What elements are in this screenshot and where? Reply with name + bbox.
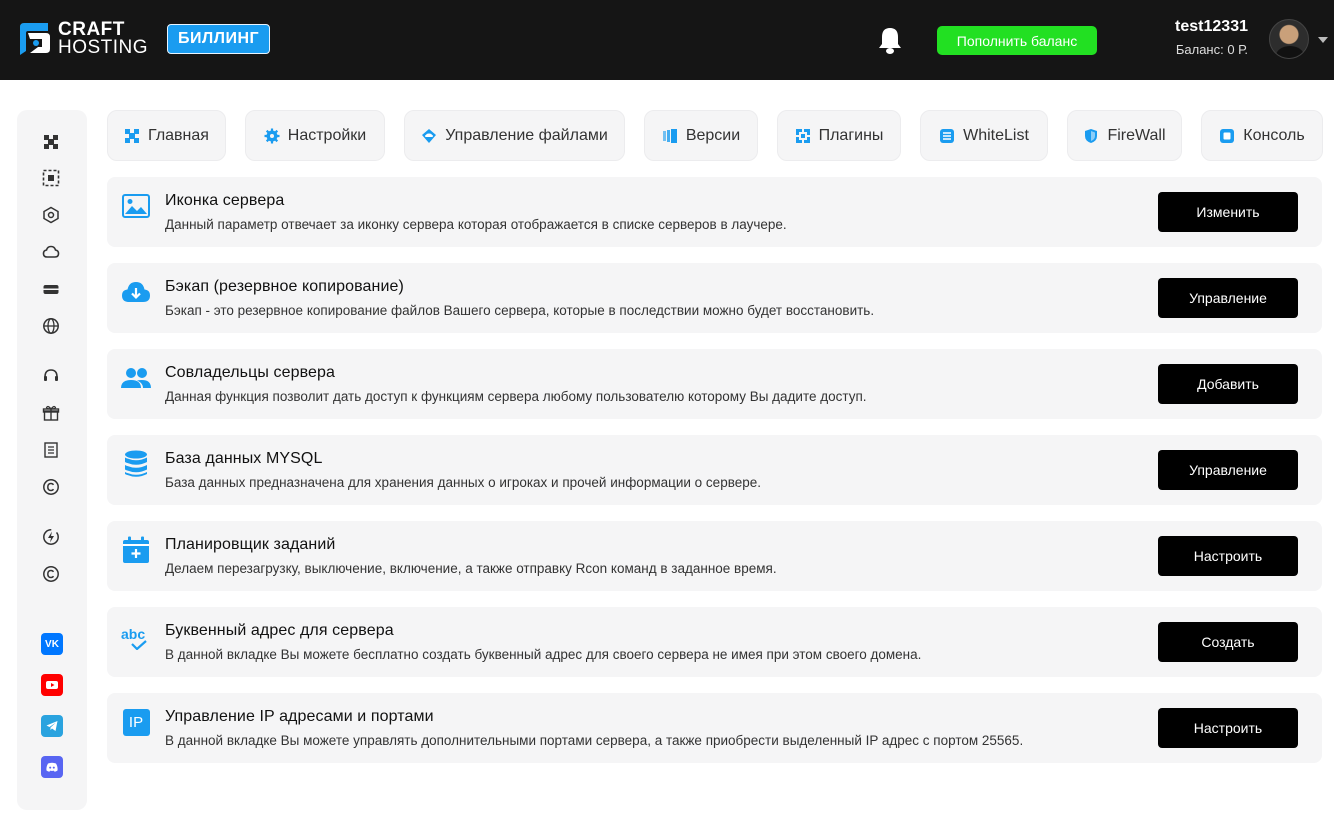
calendar-plus-icon [121,536,151,564]
telegram-icon[interactable] [41,715,63,737]
ip-icon: IP [121,708,151,736]
row-title: Иконка сервера [165,192,285,209]
sidebar-servers-icon[interactable] [41,132,61,152]
sidebar-document-icon[interactable] [41,440,61,460]
create-domain-button[interactable]: Создать [1158,622,1298,662]
sidebar-globe-icon[interactable] [41,316,61,336]
change-server-icon-button[interactable]: Изменить [1158,192,1298,232]
discord-icon[interactable] [41,756,63,778]
add-co-owner-button[interactable]: Добавить [1158,364,1298,404]
vk-icon-text: VK [45,638,59,650]
row-description: Делаем перезагрузку, выключение, включен… [165,561,777,576]
balance-text: Баланс: 0 Р. [1175,42,1248,57]
chevron-down-icon[interactable] [1318,37,1328,43]
vk-icon[interactable]: VK [41,633,63,655]
shield-icon [1085,128,1098,143]
plugins-icon [795,128,810,143]
row-description: Данная функция позволит дать доступ к фу… [165,389,867,404]
logo-text: CRAFT HOSTING [58,20,149,58]
row-title: База данных MYSQL [165,450,323,467]
folder-cloud-icon [422,128,437,143]
logo[interactable]: CRAFT HOSTING [16,18,156,60]
co-owners-row: Совладельцы сервера Данная функция позво… [107,349,1322,419]
sidebar-dashboard-icon[interactable] [41,168,61,188]
domain-row: abc Буквенный адрес для сервера В данной… [107,607,1322,677]
tab-label: Главная [148,126,209,144]
sidebar-copyright-icon[interactable] [41,477,61,497]
manage-database-button[interactable]: Управление [1158,450,1298,490]
tab-file-manager[interactable]: Управление файлами [404,110,625,161]
mysql-row: База данных MYSQL База данных предназнач… [107,435,1322,505]
versions-icon [662,128,677,143]
gear-icon [264,128,280,143]
users-icon [121,364,151,392]
row-title: Управление IP адресами и портами [165,708,434,725]
cloud-download-icon [121,278,151,306]
console-icon [1220,128,1235,143]
tab-home[interactable]: Главная [107,110,226,161]
sidebar: VK [17,110,87,810]
tab-firewall[interactable]: FireWall [1067,110,1182,161]
sidebar-copyright-icon-2[interactable] [41,564,61,584]
row-description: База данных предназначена для хранения д… [165,475,761,490]
tab-settings[interactable]: Настройки [245,110,385,161]
configure-ip-button[interactable]: Настроить [1158,708,1298,748]
ip-ports-row: IP Управление IP адресами и портами В да… [107,693,1322,763]
sidebar-lightning-icon[interactable] [41,527,61,547]
row-title: Совладельцы сервера [165,364,336,381]
sidebar-cube-icon[interactable] [41,205,61,225]
abc-check-icon: abc [121,622,151,650]
ip-icon-text: IP [128,713,144,731]
tab-label: FireWall [1107,126,1166,144]
sidebar-cloud-icon[interactable] [41,242,61,262]
row-title: Бэкап (резервное копирование) [165,278,404,295]
tab-label: Настройки [287,126,367,144]
row-description: В данной вкладке Вы можете бесплатно соз… [165,647,922,662]
tab-plugins[interactable]: Плагины [777,110,901,161]
configure-scheduler-button[interactable]: Настроить [1158,536,1298,576]
database-icon [121,450,151,478]
logo-line2: HOSTING [58,37,149,58]
billing-badge[interactable]: БИЛЛИНГ [167,24,271,54]
avatar[interactable] [1269,19,1309,59]
row-title: Планировщик заданий [165,536,336,553]
manage-backup-button[interactable]: Управление [1158,278,1298,318]
tab-console[interactable]: Консоль [1201,110,1323,161]
topup-balance-button[interactable]: Пополнить баланс [937,26,1097,55]
scheduler-row: Планировщик заданий Делаем перезагрузку,… [107,521,1322,591]
sidebar-gift-icon[interactable] [41,403,61,423]
tab-versions[interactable]: Версии [644,110,758,161]
row-description: В данной вкладке Вы можете управлять доп… [165,733,1024,748]
sidebar-support-icon[interactable] [41,366,61,386]
user-info[interactable]: test12331 Баланс: 0 Р. [1175,18,1248,57]
image-icon [121,192,151,220]
logo-icon [16,21,52,57]
tab-label: WhiteList [963,126,1029,144]
row-title: Буквенный адрес для сервера [165,622,394,639]
top-header: CRAFT HOSTING БИЛЛИНГ Пополнить баланс t… [0,0,1334,80]
bell-icon[interactable] [876,25,904,55]
tab-label: Консоль [1243,126,1305,144]
backup-row: Бэкап (резервное копирование) Бэкап - эт… [107,263,1322,333]
sidebar-storage-icon[interactable] [41,279,61,299]
tab-label: Плагины [818,126,884,144]
home-icon [125,128,140,143]
list-icon [940,128,955,143]
youtube-icon[interactable] [41,674,63,696]
tab-whitelist[interactable]: WhiteList [920,110,1048,161]
server-icon-row: Иконка сервера Данный параметр отвечает … [107,177,1322,247]
row-description: Бэкап - это резервное копирование файлов… [165,303,875,318]
tab-label: Управление файлами [445,126,608,144]
tab-label: Версии [685,126,741,144]
abc-icon-text: abc [121,625,146,642]
row-description: Данный параметр отвечает за иконку серве… [165,217,787,232]
username: test12331 [1175,18,1248,35]
